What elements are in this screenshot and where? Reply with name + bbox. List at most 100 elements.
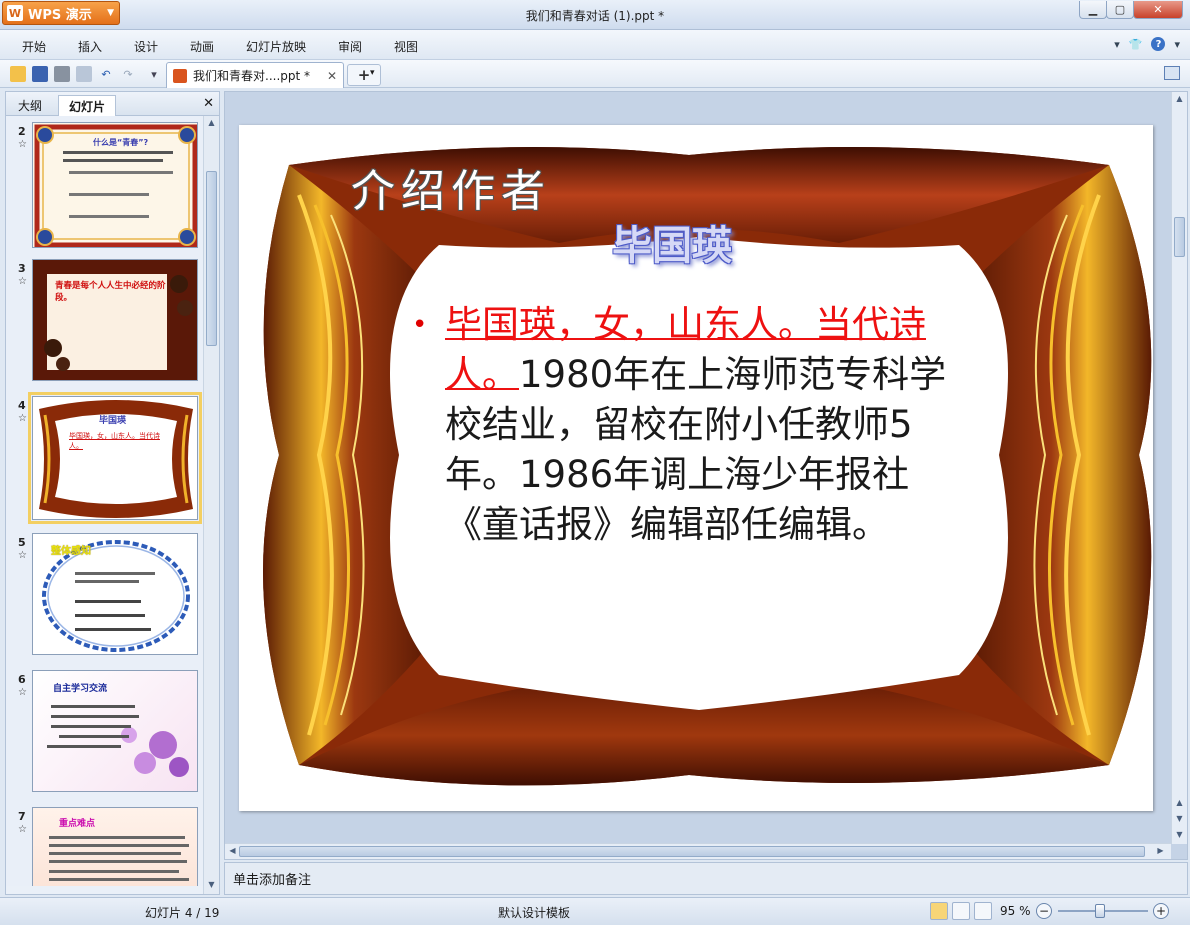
bullet-icon: •: [412, 310, 428, 340]
slideshow-view-icon[interactable]: [974, 902, 992, 920]
body-rest: 1980年在上海师范专科学校结业，留校在附小任教师5年。1986年调上海少年报社…: [445, 353, 947, 546]
scroll-thumb[interactable]: [206, 171, 217, 346]
thumb-number: 3: [18, 262, 26, 275]
help-dropdown-icon[interactable]: ▾: [1174, 38, 1180, 51]
zoom-slider-handle[interactable]: [1095, 904, 1105, 918]
next-slide-icon[interactable]: ▼: [1174, 814, 1185, 826]
animation-star-icon: ☆: [18, 824, 27, 835]
close-icon: ✕: [1153, 3, 1163, 16]
normal-view-icon[interactable]: [930, 902, 948, 920]
scroll-down-icon[interactable]: ▼: [206, 880, 217, 892]
menu-home[interactable]: 开始: [22, 38, 46, 55]
editor-horizontal-scrollbar[interactable]: ◀ ▶: [225, 843, 1171, 859]
title-bar: W WPS 演示 ▼ 我们和青春对话 (1).ppt * ▁ ▢ ✕: [0, 0, 1190, 30]
animation-star-icon: ☆: [18, 413, 27, 424]
close-pane-icon[interactable]: ✕: [203, 96, 214, 111]
menu-design[interactable]: 设计: [134, 38, 158, 55]
maximize-icon: ▢: [1114, 3, 1126, 16]
minimize-icon: ▁: [1088, 3, 1098, 16]
document-tab[interactable]: 我们和青春对....ppt * ✕: [166, 62, 344, 88]
thumb-number: 5: [18, 536, 26, 549]
slide-body-text[interactable]: • 毕国瑛，女，山东人。当代诗人。1980年在上海师范专科学校结业，留校在附小任…: [412, 300, 950, 550]
customize-toolbar-icon[interactable]: ▾: [146, 66, 162, 82]
maximize-button[interactable]: ▢: [1106, 1, 1134, 19]
thumb-title: 自主学习交流: [53, 684, 108, 694]
menu-right-tools: ▾ 👕 ? ▾: [1114, 37, 1180, 51]
scroll-down-icon[interactable]: ▼: [1174, 830, 1185, 842]
thumb-text: 毕国瑛，女，山东人。当代诗人。: [69, 432, 160, 450]
save-icon[interactable]: [32, 66, 48, 82]
menu-view[interactable]: 视图: [394, 38, 418, 55]
status-bar: 幻灯片 4 / 19 默认设计模板 95 % − +: [0, 897, 1190, 925]
author-name-wordart[interactable]: 毕国瑛: [612, 213, 732, 271]
thumb-number: 2: [18, 125, 26, 138]
thumb-7-art: [49, 836, 189, 881]
editor-vertical-scrollbar[interactable]: ▲ ▲ ▼ ▼: [1171, 92, 1187, 844]
slide-thumbnail-7[interactable]: 重点难点: [32, 807, 198, 886]
thumb-title: 毕国瑛: [99, 416, 127, 426]
help-icon[interactable]: ?: [1151, 37, 1166, 51]
open-folder-icon[interactable]: [10, 66, 26, 82]
thumb-text: 青春是每个人人生中必经的阶段。: [55, 281, 166, 303]
pane-tabs: 大纲 幻灯片 ✕: [6, 92, 219, 116]
slide-canvas[interactable]: 介绍作者 毕国瑛 • 毕国瑛，女，山东人。当代诗人。1980年在上海师范专科学校…: [239, 125, 1153, 811]
slide-counter: 幻灯片 4 / 19: [145, 906, 220, 920]
tab-outline[interactable]: 大纲: [8, 95, 52, 116]
zoom-out-button[interactable]: −: [1036, 903, 1052, 919]
scroll-up-icon[interactable]: ▲: [206, 118, 217, 130]
menu-insert[interactable]: 插入: [78, 38, 102, 55]
tab-slides[interactable]: 幻灯片: [58, 95, 117, 116]
slide-thumbnail-2[interactable]: 什么是“青春”?: [32, 122, 198, 248]
animation-star-icon: ☆: [18, 276, 27, 287]
window-layout-icon[interactable]: [1164, 66, 1180, 80]
window-title: 我们和青春对话 (1).ppt *: [525, 9, 665, 23]
scroll-thumb[interactable]: [1174, 217, 1185, 257]
scroll-thumb[interactable]: [239, 846, 1145, 857]
previous-slide-icon[interactable]: ▲: [1174, 798, 1185, 810]
zoom-in-button[interactable]: +: [1153, 903, 1169, 919]
notes-placeholder: 单击添加备注: [233, 873, 312, 888]
redo-icon[interactable]: ↷: [120, 66, 136, 82]
undo-icon[interactable]: ↶: [98, 66, 114, 82]
thumb-title: 什么是“青春”?: [93, 138, 149, 147]
close-tab-icon[interactable]: ✕: [327, 69, 337, 83]
print-preview-icon[interactable]: [76, 66, 92, 82]
new-tab-dropdown-icon[interactable]: ▾: [370, 68, 375, 78]
thumb-number: 7: [18, 810, 26, 823]
close-window-button[interactable]: ✕: [1133, 1, 1183, 19]
zoom-level[interactable]: 95 %: [1000, 904, 1031, 918]
slide-thumbnail-3[interactable]: 青春是每个人人生中必经的阶段。: [32, 259, 198, 381]
menu-bar: 开始 插入 设计 动画 幻灯片放映 审阅 视图 ▾ 👕 ? ▾: [0, 30, 1190, 60]
slide-editor: 介绍作者 毕国瑛 • 毕国瑛，女，山东人。当代诗人。1980年在上海师范专科学校…: [224, 91, 1188, 860]
minimize-button[interactable]: ▁: [1079, 1, 1107, 19]
new-tab-button[interactable]: +: [347, 64, 381, 86]
menu-animation[interactable]: 动画: [190, 38, 214, 55]
scroll-up-icon[interactable]: ▲: [1174, 94, 1185, 106]
slide-heading[interactable]: 介绍作者: [351, 155, 551, 219]
slide-thumbnail-4[interactable]: 毕国瑛 毕国瑛，女，山东人。当代诗人。: [28, 392, 202, 524]
menu-review[interactable]: 审阅: [338, 38, 362, 55]
animation-star-icon: ☆: [18, 550, 27, 561]
tab-slides-label: 幻灯片: [69, 99, 106, 114]
scroll-right-icon[interactable]: ▶: [1155, 846, 1166, 858]
collapse-ribbon-icon[interactable]: ▾: [1114, 38, 1120, 51]
thumb-3-art: [33, 260, 197, 380]
skin-icon[interactable]: 👕: [1129, 38, 1143, 51]
document-tab-label: 我们和青春对....ppt *: [193, 69, 311, 83]
template-name[interactable]: 默认设计模板: [498, 904, 570, 921]
slide-thumbnail-6[interactable]: 自主学习交流: [32, 670, 198, 792]
thumb-title: 重点难点: [59, 819, 96, 829]
slide-sorter-icon[interactable]: [952, 902, 970, 920]
slide-thumbnail-5[interactable]: 整体感知: [32, 533, 198, 655]
thumb-number: 4: [18, 399, 26, 412]
plus-icon: +: [357, 66, 371, 84]
notes-pane[interactable]: 单击添加备注: [224, 862, 1188, 895]
pane-scrollbar[interactable]: ▲ ▼: [203, 116, 219, 894]
scroll-left-icon[interactable]: ◀: [227, 846, 238, 858]
menu-slideshow[interactable]: 幻灯片放映: [246, 38, 306, 55]
thumb-title: 整体感知: [51, 546, 91, 557]
print-icon[interactable]: [54, 66, 70, 82]
animation-star-icon: ☆: [18, 139, 27, 150]
slides-pane: 大纲 幻灯片 ✕ 2 ☆ 什么是“青春”? 3 ☆ 青春是每个人人生中必经的阶段…: [5, 91, 220, 895]
animation-star-icon: ☆: [18, 687, 27, 698]
